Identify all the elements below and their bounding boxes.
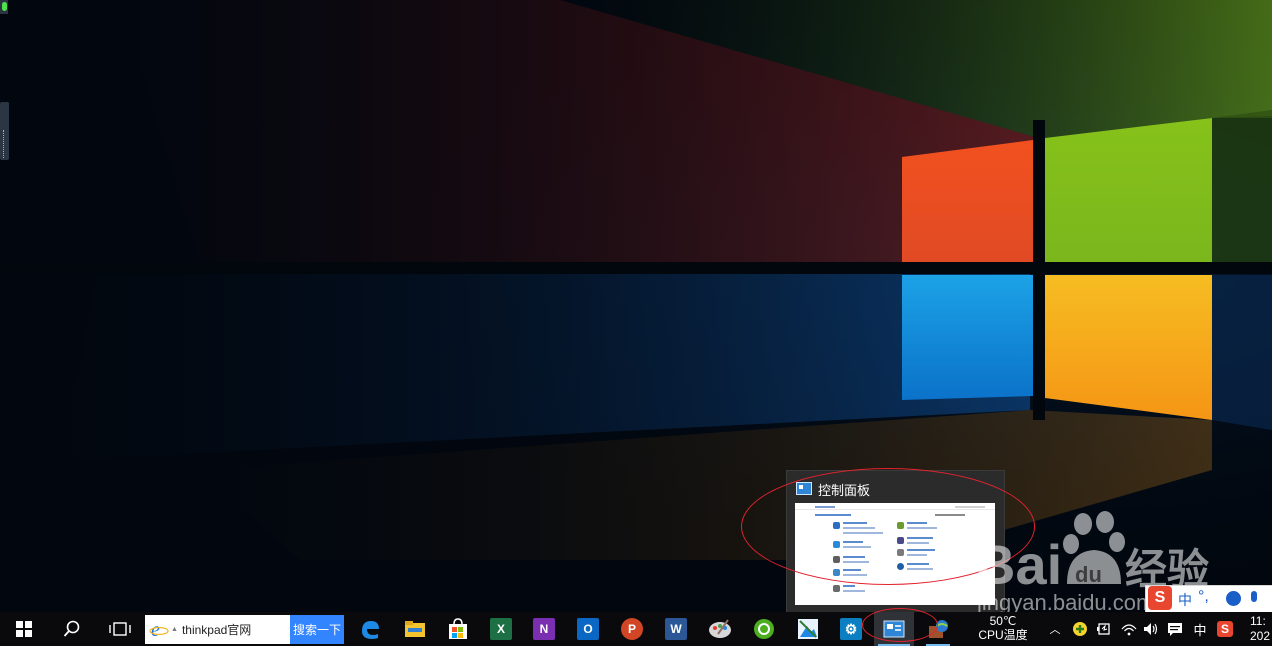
top-edge-widget[interactable] bbox=[0, 0, 8, 14]
cpu-temp-label: CPU温度 bbox=[978, 628, 1028, 642]
search-button-cortana[interactable] bbox=[52, 612, 92, 646]
start-button[interactable] bbox=[4, 612, 44, 646]
thumbnail-title: 控制面板 bbox=[818, 483, 871, 498]
control-panel-icon bbox=[796, 482, 812, 495]
powerpoint-icon: P bbox=[621, 618, 643, 640]
taskbar: e ▲ thinkpad官网 搜索一下 X N O P W ⚙ 50℃ CPU温… bbox=[0, 608, 1272, 646]
green-app-icon bbox=[754, 619, 774, 639]
clock-date: 202 bbox=[1250, 629, 1271, 643]
taskbar-powerpoint[interactable]: P bbox=[612, 612, 652, 646]
taskbar-control-panel[interactable] bbox=[874, 612, 914, 646]
plus-shield-icon bbox=[1073, 622, 1087, 636]
thumbnail-preview[interactable] bbox=[795, 503, 995, 605]
taskbar-edge[interactable] bbox=[350, 612, 390, 646]
sogou-tray-icon: S bbox=[1217, 621, 1233, 637]
system-clock[interactable]: 11: 202 bbox=[1250, 614, 1270, 644]
baidu-search-box[interactable]: e ▲ thinkpad官网 bbox=[145, 615, 290, 644]
taskbar-photo-app[interactable] bbox=[788, 612, 828, 646]
network-app-icon bbox=[929, 620, 948, 638]
taskbar-store[interactable] bbox=[438, 612, 478, 646]
word-icon: W bbox=[665, 618, 687, 640]
ie-icon: e bbox=[149, 620, 169, 640]
cpu-temperature-widget[interactable]: 50℃ CPU温度 bbox=[970, 614, 1036, 646]
ime-punctuation-icon[interactable]: °, bbox=[1198, 588, 1209, 606]
task-view-icon bbox=[109, 622, 131, 636]
tray-sogou[interactable]: S bbox=[1214, 612, 1236, 646]
store-icon bbox=[449, 618, 467, 639]
show-hidden-icons-button[interactable]: ︿ bbox=[1046, 612, 1064, 646]
tray-volume[interactable] bbox=[1141, 612, 1161, 646]
search-input[interactable]: thinkpad官网 bbox=[182, 621, 251, 638]
svg-text:du: du bbox=[1075, 562, 1102, 587]
taskbar-thumbnail-popup[interactable]: 控制面板 bbox=[786, 470, 1005, 613]
tray-action-center[interactable] bbox=[1164, 612, 1186, 646]
start-icon bbox=[16, 621, 32, 637]
onenote-icon: N bbox=[533, 618, 555, 640]
search-icon bbox=[63, 620, 80, 637]
tray-battery[interactable] bbox=[1094, 612, 1114, 646]
taskbar-green-app[interactable] bbox=[744, 612, 784, 646]
taskbar-word[interactable]: W bbox=[656, 612, 696, 646]
desktop: 控制面板 Bai du 经验 jingyan.baidu.com S 中 °, bbox=[0, 0, 1272, 646]
wifi-icon bbox=[1121, 624, 1137, 636]
cpu-temp-value: 50℃ bbox=[989, 614, 1017, 628]
side-edge-widget[interactable] bbox=[0, 102, 9, 160]
taskbar-onenote[interactable]: N bbox=[524, 612, 564, 646]
settings-icon: ⚙ bbox=[840, 618, 862, 640]
task-view-button[interactable] bbox=[100, 612, 140, 646]
ime-chinese-mode[interactable]: 中 bbox=[1178, 590, 1192, 610]
taskbar-file-explorer[interactable] bbox=[395, 612, 435, 646]
chevron-up-icon: ︿ bbox=[1049, 624, 1061, 636]
volume-icon bbox=[1144, 623, 1158, 635]
taskbar-network-app[interactable] bbox=[918, 612, 958, 646]
outlook-icon: O bbox=[577, 618, 599, 640]
photo-app-icon bbox=[798, 619, 818, 639]
svg-text:Bai: Bai bbox=[975, 533, 1062, 596]
tray-security-app[interactable] bbox=[1070, 612, 1090, 646]
ime-emoji-icon[interactable] bbox=[1226, 591, 1241, 606]
search-submit-button[interactable]: 搜索一下 bbox=[290, 615, 344, 644]
notification-icon bbox=[1168, 622, 1182, 636]
battery-icon bbox=[1097, 623, 1110, 635]
control-panel-icon bbox=[883, 620, 905, 638]
taskbar-excel[interactable]: X bbox=[481, 612, 521, 646]
sogou-ime-toolbar[interactable]: S 中 °, bbox=[1145, 585, 1272, 614]
paint-icon bbox=[709, 619, 731, 638]
dropdown-arrow-icon[interactable]: ▲ bbox=[171, 626, 178, 633]
svg-text:e: e bbox=[151, 620, 160, 640]
taskbar-paint[interactable] bbox=[700, 612, 740, 646]
taskbar-settings[interactable]: ⚙ bbox=[831, 612, 871, 646]
edge-icon bbox=[362, 621, 379, 639]
sogou-icon: S bbox=[1148, 586, 1172, 610]
excel-icon: X bbox=[490, 618, 512, 640]
clock-time: 11: bbox=[1250, 614, 1266, 628]
file-explorer-icon bbox=[405, 621, 425, 637]
taskbar-outlook[interactable]: O bbox=[568, 612, 608, 646]
tray-ime-indicator[interactable]: 中 bbox=[1189, 612, 1211, 646]
tray-wifi[interactable] bbox=[1119, 612, 1139, 646]
ime-mic-icon[interactable] bbox=[1251, 591, 1257, 602]
